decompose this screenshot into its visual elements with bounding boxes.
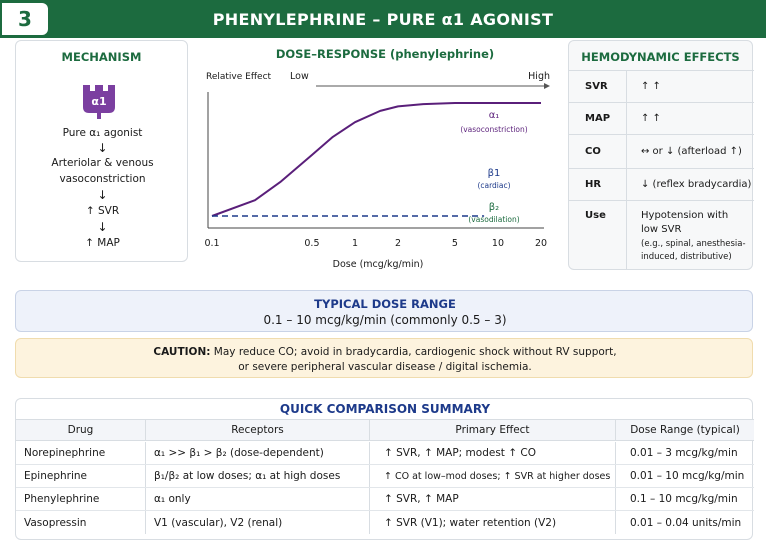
series-sublabel-0: (vasoconstriction) — [460, 125, 527, 134]
table-row: Vasopressin V1 (vascular), V2 (renal) ↑ … — [16, 511, 754, 534]
series-label-0: α₁ — [489, 110, 500, 121]
series-label-2: β₂ — [489, 202, 499, 213]
hemo-row-svr: SVR ↑ ↑ — [569, 70, 754, 102]
col-header-dose: Dose Range (typical) — [630, 424, 740, 436]
summary-title: QUICK COMPARISON SUMMARY — [279, 402, 491, 416]
comparison-summary-panel: QUICK COMPARISON SUMMARY Drug Receptors … — [15, 398, 754, 540]
high-label: High — [528, 71, 550, 82]
x-tick-label: 0.1 — [204, 238, 219, 249]
table-row: Epinephrine β₁/β₂ at low doses; α₁ at hi… — [16, 465, 754, 488]
caution-line-2: or severe peripheral vascular disease / … — [238, 361, 532, 373]
cell-receptors: V1 (vascular), V2 (renal) — [146, 511, 370, 534]
mechanism-title: MECHANISM — [61, 50, 142, 64]
title-bar: 3 PHENYLEPHRINE – PURE α1 AGONIST — [0, 0, 766, 38]
use-sub-2: induced, distributive) — [641, 252, 732, 262]
cell-effect: ↑ SVR, ↑ MAP; modest ↑ CO — [370, 442, 616, 464]
hemo-value: ↓ (reflex bradycardia) — [641, 179, 752, 190]
x-tick-label: 0.5 — [304, 238, 319, 249]
receptor-label: α1 — [91, 95, 106, 108]
mechanism-step-4: ↑ MAP — [85, 237, 120, 249]
hemo-row-use: Use Hypotension with low SVR (e.g., spin… — [569, 200, 754, 270]
cell-receptors: β₁/β₂ at low doses; α₁ at high doses — [146, 465, 370, 487]
use-sub-1: (e.g., spinal, anesthesia- — [641, 239, 746, 249]
hemodynamic-title: HEMODYNAMIC EFFECTS — [581, 50, 740, 64]
hemo-use-value: Hypotension with low SVR (e.g., spinal, … — [627, 201, 754, 270]
caution-line-1: CAUTION: May reduce CO; avoid in bradyca… — [16, 346, 754, 358]
typical-dose-value: 0.1 – 10 mcg/kg/min (commonly 0.5 – 3) — [263, 313, 507, 327]
hemo-row-map: MAP ↑ ↑ — [569, 102, 754, 134]
col-header-effect: Primary Effect — [370, 420, 616, 440]
cell-effect: ↑ SVR, ↑ MAP — [370, 488, 616, 510]
hemo-value: ↑ ↑ — [641, 81, 661, 92]
hemo-value: ↑ ↑ — [641, 113, 661, 124]
cell-drug: Vasopressin — [16, 511, 146, 534]
x-axis-label: Dose (mcg/kg/min) — [333, 259, 424, 270]
arrow-down-icon: ↓ — [97, 220, 108, 234]
hemo-row-co: CO ↔ or ↓ (afterload ↑) — [569, 134, 754, 168]
cell-dose: 0.01 – 3 mcg/kg/min — [630, 447, 738, 459]
cell-receptors: α₁ >> β₁ > β₂ (dose-dependent) — [146, 442, 370, 464]
hemo-key: MAP — [569, 103, 627, 134]
mechanism-step-3: ↑ SVR — [85, 205, 120, 217]
mechanism-step-1: Pure α₁ agonist — [62, 127, 143, 139]
series-sublabel-2: (vasodilation) — [468, 215, 519, 224]
col-header-drug: Drug — [16, 420, 146, 440]
page-title: PHENYLEPHRINE – PURE α1 AGONIST — [212, 9, 554, 29]
cell-dose: 0.01 – 10 mcg/kg/min — [630, 470, 745, 482]
alpha1-receptor-icon: α1 — [83, 85, 115, 119]
use-line-1: Hypotension with — [641, 210, 729, 221]
hemo-key: CO — [569, 135, 627, 168]
caution-text-1: May reduce CO; avoid in bradycardia, car… — [213, 346, 617, 358]
cell-drug: Epinephrine — [16, 465, 146, 487]
x-tick-label: 20 — [535, 238, 547, 249]
cell-receptors: α₁ only — [146, 488, 370, 510]
series-label-1: β1 — [488, 168, 501, 179]
hemo-value: ↔ or ↓ (afterload ↑) — [641, 146, 742, 157]
hemodynamic-panel: HEMODYNAMIC EFFECTS SVR ↑ ↑ MAP ↑ ↑ CO ↔… — [568, 40, 754, 270]
mechanism-panel: MECHANISM α1 Pure α₁ agonist ↓ Arteriola… — [15, 40, 188, 262]
table-row: Phenylephrine α₁ only ↑ SVR, ↑ MAP 0.1 –… — [16, 488, 754, 511]
hemo-key: HR — [569, 169, 627, 200]
arrow-down-icon: ↓ — [97, 188, 108, 202]
cell-drug: Phenylephrine — [16, 488, 146, 510]
x-tick-label: 10 — [492, 238, 504, 249]
x-tick-label: 2 — [395, 238, 401, 249]
x-tick-label: 1 — [352, 238, 358, 249]
cell-drug: Norepinephrine — [16, 442, 146, 464]
hemo-row-hr: HR ↓ (reflex bradycardia) — [569, 168, 754, 200]
use-line-2: low SVR — [641, 224, 682, 235]
cell-dose: 0.01 – 0.04 units/min — [630, 516, 742, 529]
arrow-right-icon — [544, 83, 550, 89]
caution-panel: CAUTION: May reduce CO; avoid in bradyca… — [15, 338, 753, 378]
mechanism-step-2b: vasoconstriction — [59, 173, 146, 185]
hemo-key: SVR — [569, 71, 627, 102]
mechanism-step-2: Arteriolar & venous — [51, 157, 154, 169]
low-label: Low — [290, 71, 309, 82]
summary-header-row: Drug Receptors Primary Effect Dose Range… — [16, 419, 754, 441]
arrow-down-icon: ↓ — [97, 141, 108, 155]
caution-label: CAUTION: — [153, 346, 211, 358]
table-row: Norepinephrine α₁ >> β₁ > β₂ (dose-depen… — [16, 442, 754, 465]
dose-response-title: DOSE–RESPONSE (phenylephrine) — [275, 47, 495, 61]
relative-effect-label: Relative Effect — [206, 72, 272, 82]
typical-dose-panel: TYPICAL DOSE RANGE 0.1 – 10 mcg/kg/min (… — [15, 290, 753, 332]
cell-effect: ↑ SVR (V1); water retention (V2) — [370, 511, 616, 534]
typical-dose-title: TYPICAL DOSE RANGE — [314, 297, 456, 311]
col-header-receptors: Receptors — [146, 420, 370, 440]
cell-dose: 0.1 – 10 mcg/kg/min — [630, 493, 738, 505]
series-sublabel-1: (cardiac) — [477, 181, 510, 190]
x-tick-label: 5 — [452, 238, 458, 249]
dose-response-chart: Relative Effect Low High 0.1 0.5 1 2 5 10 20 α₁… — [204, 71, 550, 270]
cell-effect: ↑ CO at low–mod doses; ↑ SVR at higher d… — [370, 465, 616, 487]
hemo-key: Use — [569, 201, 627, 270]
